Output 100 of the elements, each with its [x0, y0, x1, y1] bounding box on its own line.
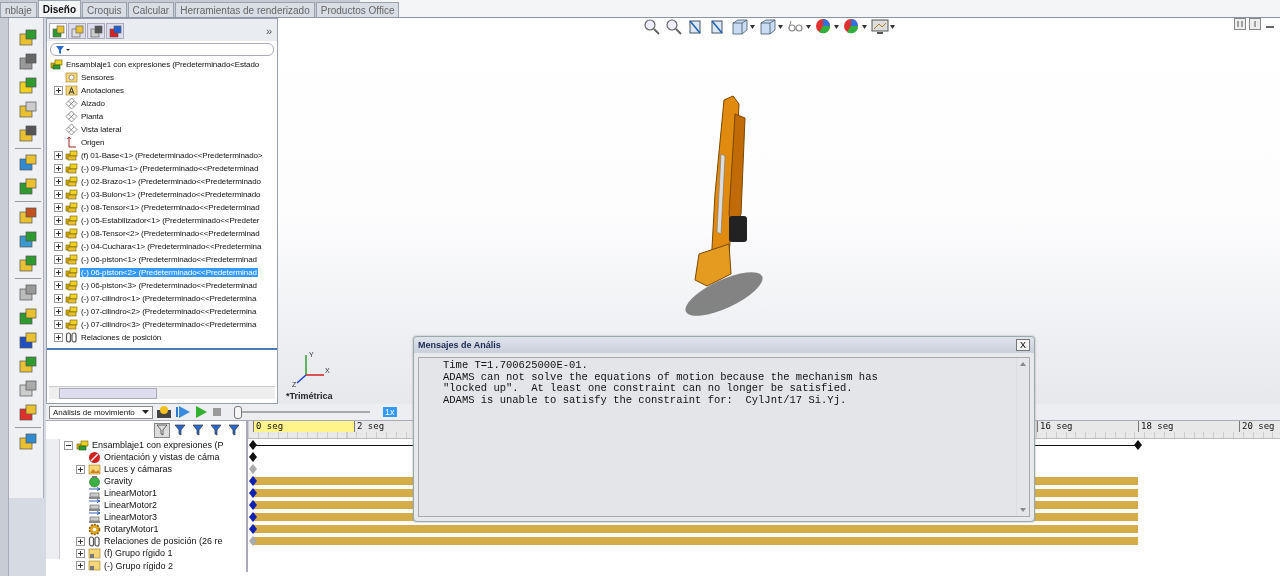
- expand-plus-icon[interactable]: [76, 464, 85, 474]
- toolbar-tool-icon[interactable]: [18, 307, 38, 327]
- toolbar-tool-icon[interactable]: [18, 283, 38, 303]
- tree-item[interactable]: (-) 07-cilindro<1> (Predeterminado<<Predetermina: [80, 294, 258, 303]
- slider-thumb[interactable]: [234, 405, 242, 419]
- toolbar-tool-icon[interactable]: [18, 76, 38, 96]
- toolbar-tool-icon[interactable]: [18, 379, 38, 399]
- color-wheel-icon[interactable]: [815, 18, 833, 36]
- tree-item[interactable]: (-) 03-Bulon<1> (Predeterminado<<Predeterminado: [80, 190, 262, 199]
- tree-item[interactable]: Sensores: [80, 73, 115, 82]
- toolbar-tool-icon[interactable]: [18, 355, 38, 375]
- dropdown-caret-icon[interactable]: [890, 25, 895, 29]
- motion-tree-item[interactable]: Luces y cámaras: [104, 464, 173, 474]
- expand-plus-icon[interactable]: [54, 320, 63, 329]
- tree-item[interactable]: Relaciones de posición: [80, 333, 163, 342]
- motion-tree-item[interactable]: LinearMotor2: [104, 500, 158, 510]
- motion-tree-item[interactable]: LinearMotor3: [104, 512, 158, 522]
- dropdown-caret-icon[interactable]: [806, 25, 811, 29]
- vertical-scrollbar[interactable]: [1016, 358, 1029, 516]
- tree-item[interactable]: (-) 08-Tensor<2> (Predeterminado<<Predeterminad: [80, 229, 261, 238]
- tree-item[interactable]: Origen: [80, 138, 106, 147]
- tree-item[interactable]: (-) 06-piston<3> (Predeterminado<<Predeterminad: [80, 281, 258, 290]
- cube-icon[interactable]: [759, 18, 777, 36]
- collapse-minus-icon[interactable]: [64, 440, 73, 450]
- tree-item[interactable]: Alzado: [80, 99, 106, 108]
- monitor-icon[interactable]: [871, 18, 889, 36]
- dropdown-caret-icon[interactable]: [862, 25, 867, 29]
- ribbon-tab[interactable]: nblaje: [0, 2, 37, 17]
- expand-plus-icon[interactable]: [76, 561, 85, 570]
- toolbar-tool-icon[interactable]: [18, 28, 38, 48]
- zoom-icon[interactable]: [643, 18, 661, 36]
- expand-plus-icon[interactable]: [54, 333, 63, 342]
- motion-tree-item[interactable]: (-) Grupo rígido 2: [104, 560, 174, 571]
- tree-item[interactable]: Anotaciones: [80, 86, 125, 95]
- expand-plus-icon[interactable]: [54, 203, 63, 212]
- split-view-icon[interactable]: [1234, 18, 1246, 30]
- tree-item[interactable]: Planta: [80, 112, 105, 121]
- expand-plus-icon[interactable]: [54, 242, 63, 251]
- expand-plus-icon[interactable]: [54, 255, 63, 264]
- tree-item[interactable]: (-) 02-Brazo<1> (Predeterminado<<Predeterminado: [80, 177, 262, 186]
- color-wheel-icon[interactable]: [843, 18, 861, 36]
- toolbar-tool-icon[interactable]: [18, 153, 38, 173]
- expand-plus-icon[interactable]: [54, 164, 63, 173]
- toolbar-tool-icon[interactable]: [18, 230, 38, 250]
- toolbar-tool-icon[interactable]: [18, 52, 38, 72]
- toolbar-tool-icon[interactable]: [18, 254, 38, 274]
- ribbon-tab[interactable]: Diseño: [37, 0, 82, 17]
- expand-plus-icon[interactable]: [54, 229, 63, 238]
- motion-tree-item[interactable]: Orientación y vistas de cáma: [104, 452, 220, 462]
- motion-tree-item[interactable]: Relaciones de posición (26 re: [104, 536, 223, 546]
- cube-view-icon[interactable]: [731, 18, 749, 36]
- expand-plus-icon[interactable]: [54, 151, 63, 160]
- expand-plus-icon[interactable]: [54, 307, 63, 316]
- expand-plus-icon[interactable]: [54, 86, 63, 95]
- dropdown-caret-icon[interactable]: [750, 25, 755, 29]
- filter-field[interactable]: [50, 43, 274, 56]
- filter-button[interactable]: [172, 422, 188, 438]
- motion-tree-item[interactable]: (f) Grupo rígido 1: [104, 548, 173, 558]
- toolbar-tool-icon[interactable]: [18, 432, 38, 452]
- filter-button[interactable]: [226, 422, 242, 438]
- expand-plus-icon[interactable]: [76, 536, 85, 546]
- horizontal-scrollbar[interactable]: [49, 386, 275, 399]
- dropdown-caret-icon[interactable]: [778, 25, 783, 29]
- motion-tree-item[interactable]: RotaryMotor1: [104, 524, 159, 534]
- motion-tree-item[interactable]: Ensamblaje1 con expresiones (P: [92, 440, 224, 450]
- tree-item[interactable]: (-) 08-Tensor<1> (Predeterminado<<Predeterminad: [80, 203, 261, 212]
- playback-slider[interactable]: [234, 405, 370, 419]
- tree-item-label[interactable]: Ensamblaje1 con expresiones (Predeterminado<Estado: [65, 60, 261, 69]
- split-view-icon[interactable]: [1249, 18, 1261, 30]
- expand-plus-icon[interactable]: [54, 281, 63, 290]
- ribbon-tab[interactable]: Productos Office: [315, 2, 400, 17]
- expand-plus-icon[interactable]: [54, 294, 63, 303]
- keypoint-icon[interactable]: [1134, 440, 1142, 450]
- tree-item[interactable]: (-) 07-cilindro<2> (Predeterminado<<Predetermina: [80, 307, 258, 316]
- toolbar-tool-icon[interactable]: [18, 206, 38, 226]
- toolbar-tool-icon[interactable]: [18, 403, 38, 423]
- calculate-icon[interactable]: [156, 405, 172, 419]
- panel-tab[interactable]: [49, 23, 67, 39]
- close-button[interactable]: X: [1016, 339, 1030, 351]
- toolbar-tool-icon[interactable]: [18, 331, 38, 351]
- scroll-up-icon[interactable]: [1020, 362, 1026, 366]
- expand-plus-icon[interactable]: [54, 177, 63, 186]
- play-from-start-icon[interactable]: [175, 405, 191, 419]
- filter-button[interactable]: [208, 422, 224, 438]
- toolbar-tool-icon[interactable]: [18, 124, 38, 144]
- ribbon-tab[interactable]: Calcular: [127, 2, 175, 17]
- expand-plus-icon[interactable]: [54, 216, 63, 225]
- tree-item[interactable]: Vista lateral: [80, 125, 123, 134]
- filter-button[interactable]: [190, 422, 206, 438]
- expand-plus-icon[interactable]: [54, 268, 63, 277]
- panel-tab[interactable]: [106, 23, 124, 39]
- tree-item[interactable]: (-) 06-piston<1> (Predeterminado<<Predeterminad: [80, 255, 258, 264]
- tree-item[interactable]: (-) 05-Estabilizador<1> (Predeterminado<<Predeter: [80, 216, 261, 225]
- expand-plus-icon[interactable]: [76, 548, 85, 558]
- motion-tree-item[interactable]: Gravity: [104, 476, 133, 486]
- zoom-area-icon[interactable]: [665, 18, 683, 36]
- toolbar-tool-icon[interactable]: [18, 100, 38, 120]
- tree-item[interactable]: (-) 09-Pluma<1> (Predeterminado<<Predeterminad: [80, 164, 260, 173]
- expand-plus-icon[interactable]: [54, 190, 63, 199]
- ribbon-tab[interactable]: Croquis: [82, 2, 127, 17]
